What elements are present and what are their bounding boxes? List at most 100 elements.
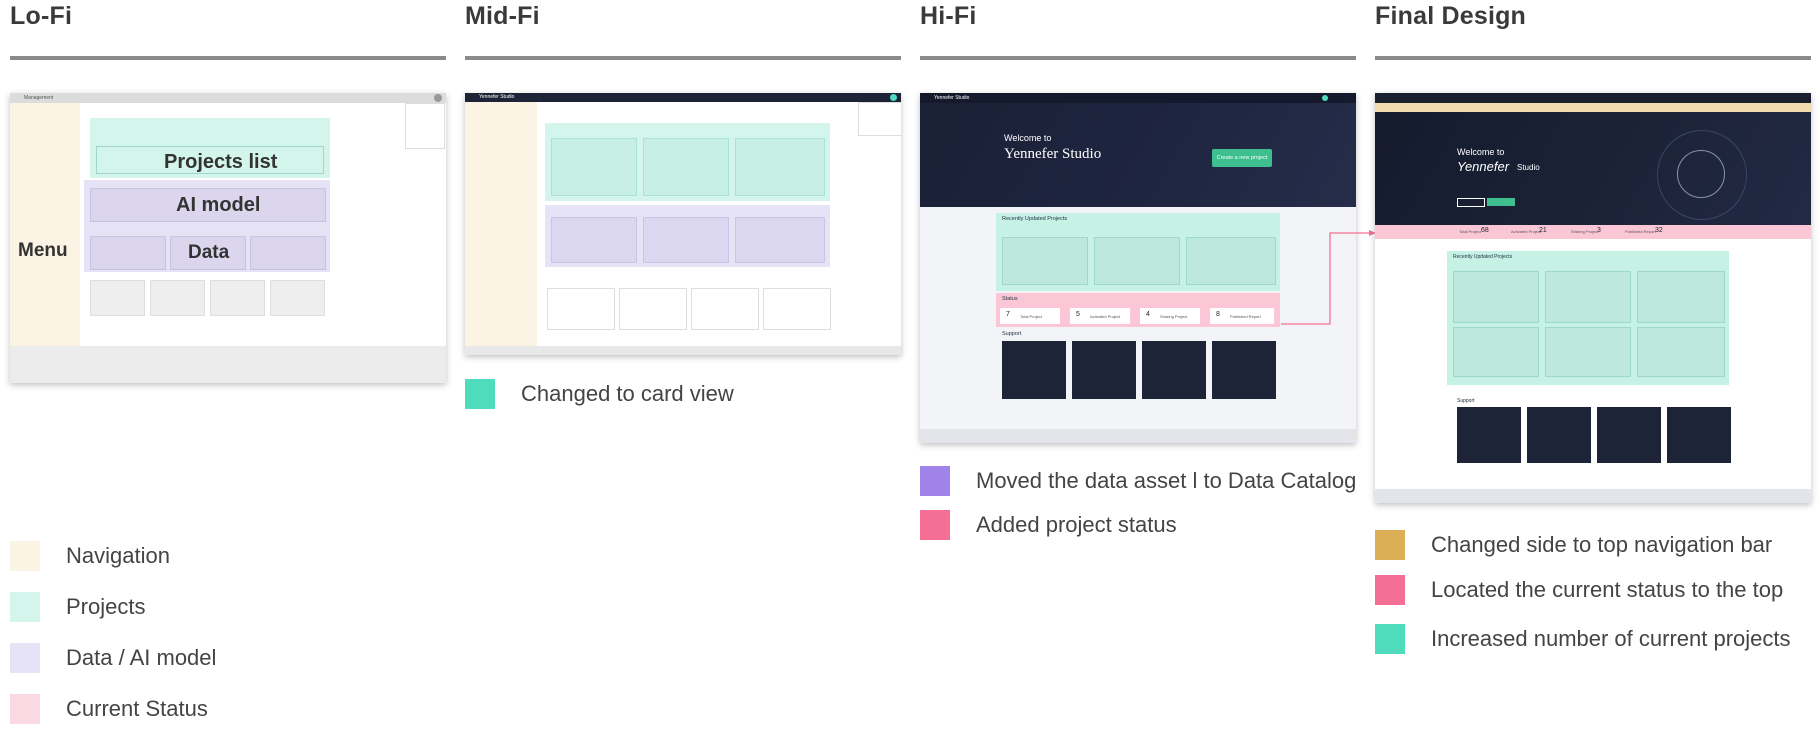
hero-button[interactable]: [1457, 198, 1485, 207]
support-title: Support: [1457, 398, 1475, 404]
legend-label: Located the current status to the top: [1431, 577, 1784, 602]
support-card: [619, 288, 687, 330]
legend-swatch: [465, 379, 495, 409]
support-card: [691, 288, 759, 330]
legend-swatch: [920, 466, 950, 496]
status-value: 4: [1146, 311, 1150, 318]
legend-item: Added project status: [920, 510, 1177, 540]
support-title: Support: [1002, 331, 1022, 337]
support-card: [1002, 341, 1066, 399]
status-value: 68: [1481, 227, 1489, 234]
support-card: [90, 280, 145, 316]
status-value: 5: [1076, 311, 1080, 318]
column-title: Final Design: [1375, 2, 1527, 30]
legend-swatch: [1375, 624, 1405, 654]
project-card: [551, 138, 637, 196]
app-name: Yennefer Studio: [934, 95, 970, 101]
legend-swatch: [10, 592, 40, 622]
hero-welcome: Welcome to: [1457, 147, 1505, 157]
status-label: Published Report: [1230, 314, 1261, 319]
status-title: Status: [1002, 296, 1018, 302]
project-card: [1186, 237, 1276, 285]
status-label: Sharing Project: [1571, 229, 1599, 234]
project-card: [1637, 271, 1725, 323]
column-divider: [465, 56, 901, 60]
status-value: 32: [1655, 227, 1663, 234]
hifi-mockup: Yennefer Studio Welcome to Yennefer Stud…: [920, 93, 1356, 443]
data-card: [90, 236, 166, 270]
data-card: [735, 217, 825, 263]
legend-swatch: [10, 643, 40, 673]
final-mockup: Welcome to Yennefer Studio Total Project…: [1375, 93, 1811, 503]
legend-item: Navigation: [10, 541, 170, 571]
hero-welcome: Welcome to: [1004, 133, 1052, 143]
menu-placeholder: Menu: [18, 240, 68, 261]
legend-label: Changed side to top navigation bar: [1431, 532, 1773, 557]
status-item: 5 Activated Project: [1070, 308, 1130, 324]
legend-label: Added project status: [976, 512, 1177, 537]
status-label: Published Report: [1625, 229, 1656, 234]
project-card: [1545, 327, 1631, 377]
projects-section: Recently Updated Projects: [996, 213, 1280, 291]
projects-placeholder: Projects list: [164, 151, 278, 173]
data-section: [545, 205, 830, 267]
project-card: [1637, 327, 1725, 377]
column-title: Lo-Fi: [10, 2, 73, 30]
legend-swatch: [1375, 530, 1405, 560]
project-card: [1002, 237, 1088, 285]
status-label: Activated Project: [1511, 229, 1542, 234]
create-project-button[interactable]: Create a new project: [1212, 149, 1272, 167]
account-dropdown: [405, 103, 445, 149]
column-divider: [920, 56, 1356, 60]
top-bar: Management: [10, 93, 446, 103]
status-label: Activated Project: [1090, 314, 1121, 319]
ai-model-placeholder: AI model: [176, 194, 261, 216]
projects-section-title: Recently Updated Projects: [1002, 216, 1068, 222]
legend-item: Changed to card view: [465, 379, 734, 409]
legend-swatch: [920, 510, 950, 540]
legend-label: Data / AI model: [66, 645, 217, 670]
support-card: [1457, 407, 1521, 463]
legend-label: Increased number of current projects: [1431, 626, 1791, 651]
support-card: [150, 280, 205, 316]
legend-item: Data / AI model: [10, 643, 216, 673]
status-value: 21: [1539, 227, 1547, 234]
projects-section-title: Recently Updated Projects: [1453, 254, 1513, 260]
hero-button[interactable]: [1487, 198, 1515, 206]
top-bar: Yennefer Studio: [465, 93, 901, 102]
data-card: [551, 217, 637, 263]
hero-title: Yennefer Studio: [1004, 146, 1102, 162]
support-section: [90, 276, 330, 316]
data-card: [643, 217, 729, 263]
legend-item: Increased number of current projects: [1375, 624, 1791, 654]
legend-swatch: [10, 694, 40, 724]
legend-item: Current Status: [10, 694, 208, 724]
support-card: [763, 288, 831, 330]
midfi-wireframe: Yennefer Studio: [465, 93, 901, 355]
column-divider: [1375, 56, 1811, 60]
legend-item: Projects: [10, 592, 145, 622]
avatar: [890, 94, 897, 101]
support-card: [210, 280, 265, 316]
status-item: 7 Total Project: [1000, 308, 1060, 324]
hero-brand: Yennefer: [1457, 159, 1510, 174]
project-card: [643, 138, 729, 196]
status-bar: Total Project 68 Activated Project 21 Sh…: [1375, 225, 1811, 239]
column-divider: [10, 56, 446, 60]
project-card: [1453, 271, 1539, 323]
support-card: [547, 288, 615, 330]
legend-label: Moved the data asset l to Data Catalog: [976, 468, 1357, 493]
legend-label: Changed to card view: [521, 381, 734, 406]
projects-section: Recently Updated Projects: [1447, 251, 1729, 385]
footer: [920, 429, 1356, 443]
project-card: [1545, 271, 1631, 323]
side-navigation: [465, 102, 537, 346]
footer: [10, 346, 446, 383]
support-card: [1142, 341, 1206, 399]
top-bar: Yennefer Studio: [920, 93, 1356, 103]
data-placeholder: Data: [188, 242, 230, 263]
hero-banner: Welcome to Yennefer Studio Create a new …: [920, 103, 1356, 207]
legend-label: Navigation: [66, 543, 170, 568]
support-card: [1667, 407, 1731, 463]
side-navigation: Menu: [10, 103, 80, 346]
